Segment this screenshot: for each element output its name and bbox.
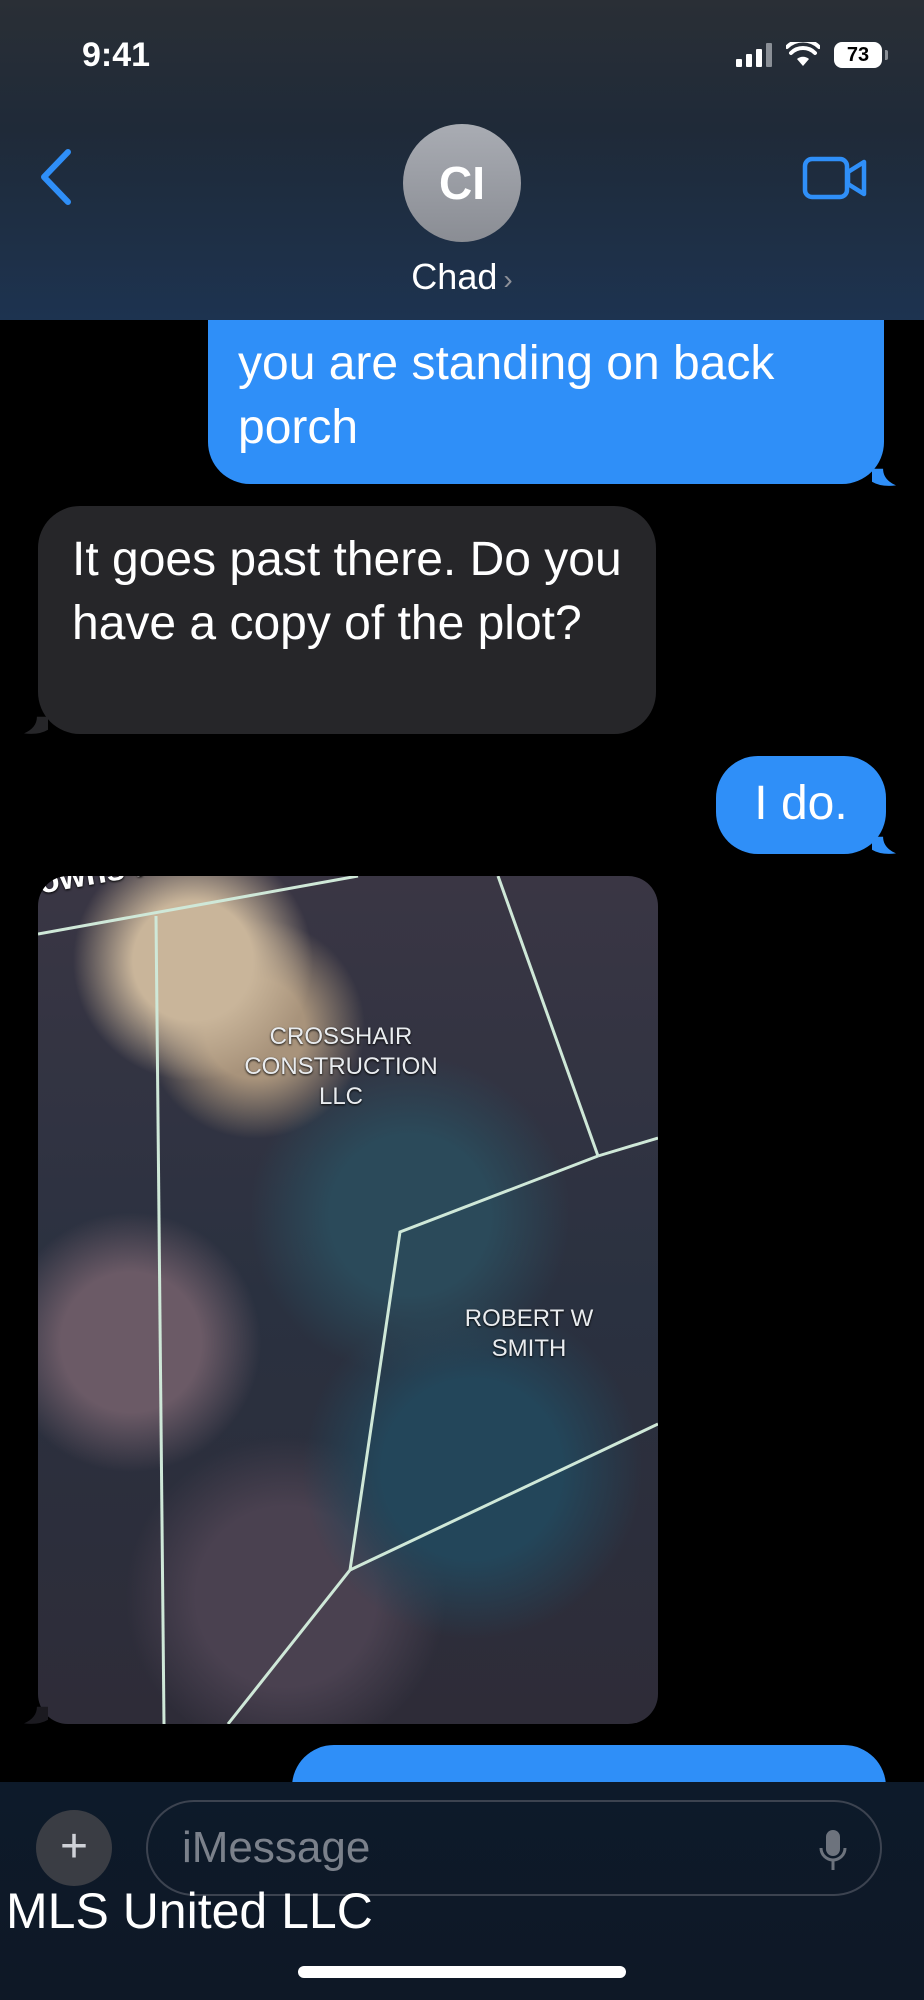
back-chevron-icon[interactable] <box>38 148 74 206</box>
plot-map-image[interactable]: owns Ferry CROSSHAIR CONSTRUCTION LLC RO… <box>38 876 658 1724</box>
battery-icon: 73 <box>834 42 888 68</box>
bubble-tail <box>24 716 48 734</box>
message-sent[interactable]: I do. <box>716 756 886 854</box>
bubble-tail <box>872 836 896 854</box>
conversation-header: 9:41 73 CI Chad › <box>0 0 924 320</box>
bubble-tail <box>24 1706 48 1724</box>
video-camera-icon[interactable] <box>802 156 868 200</box>
watermark: MLS United LLC <box>6 1883 373 1939</box>
status-time: 9:41 <box>82 36 151 74</box>
wifi-icon <box>786 42 820 66</box>
parcel-label: CROSSHAIR CONSTRUCTION LLC <box>244 1023 438 1110</box>
chevron-right-icon: › <box>503 264 513 295</box>
parcel-lines <box>38 876 658 1724</box>
parcel-label: ROBERT W SMITH <box>464 1305 594 1362</box>
contact-name-label: Chad <box>411 256 498 297</box>
mic-icon[interactable] <box>818 1828 848 1874</box>
signal-icon <box>736 43 772 67</box>
status-icons: 73 <box>736 42 888 68</box>
message-received[interactable]: It goes past there. Do you have a copy o… <box>38 506 656 734</box>
bubble-tail <box>872 468 896 486</box>
avatar[interactable]: CI <box>403 124 521 242</box>
plus-button[interactable]: + <box>36 1810 112 1886</box>
home-indicator[interactable] <box>298 1966 626 1978</box>
contact-name[interactable]: Chad › <box>0 256 924 298</box>
